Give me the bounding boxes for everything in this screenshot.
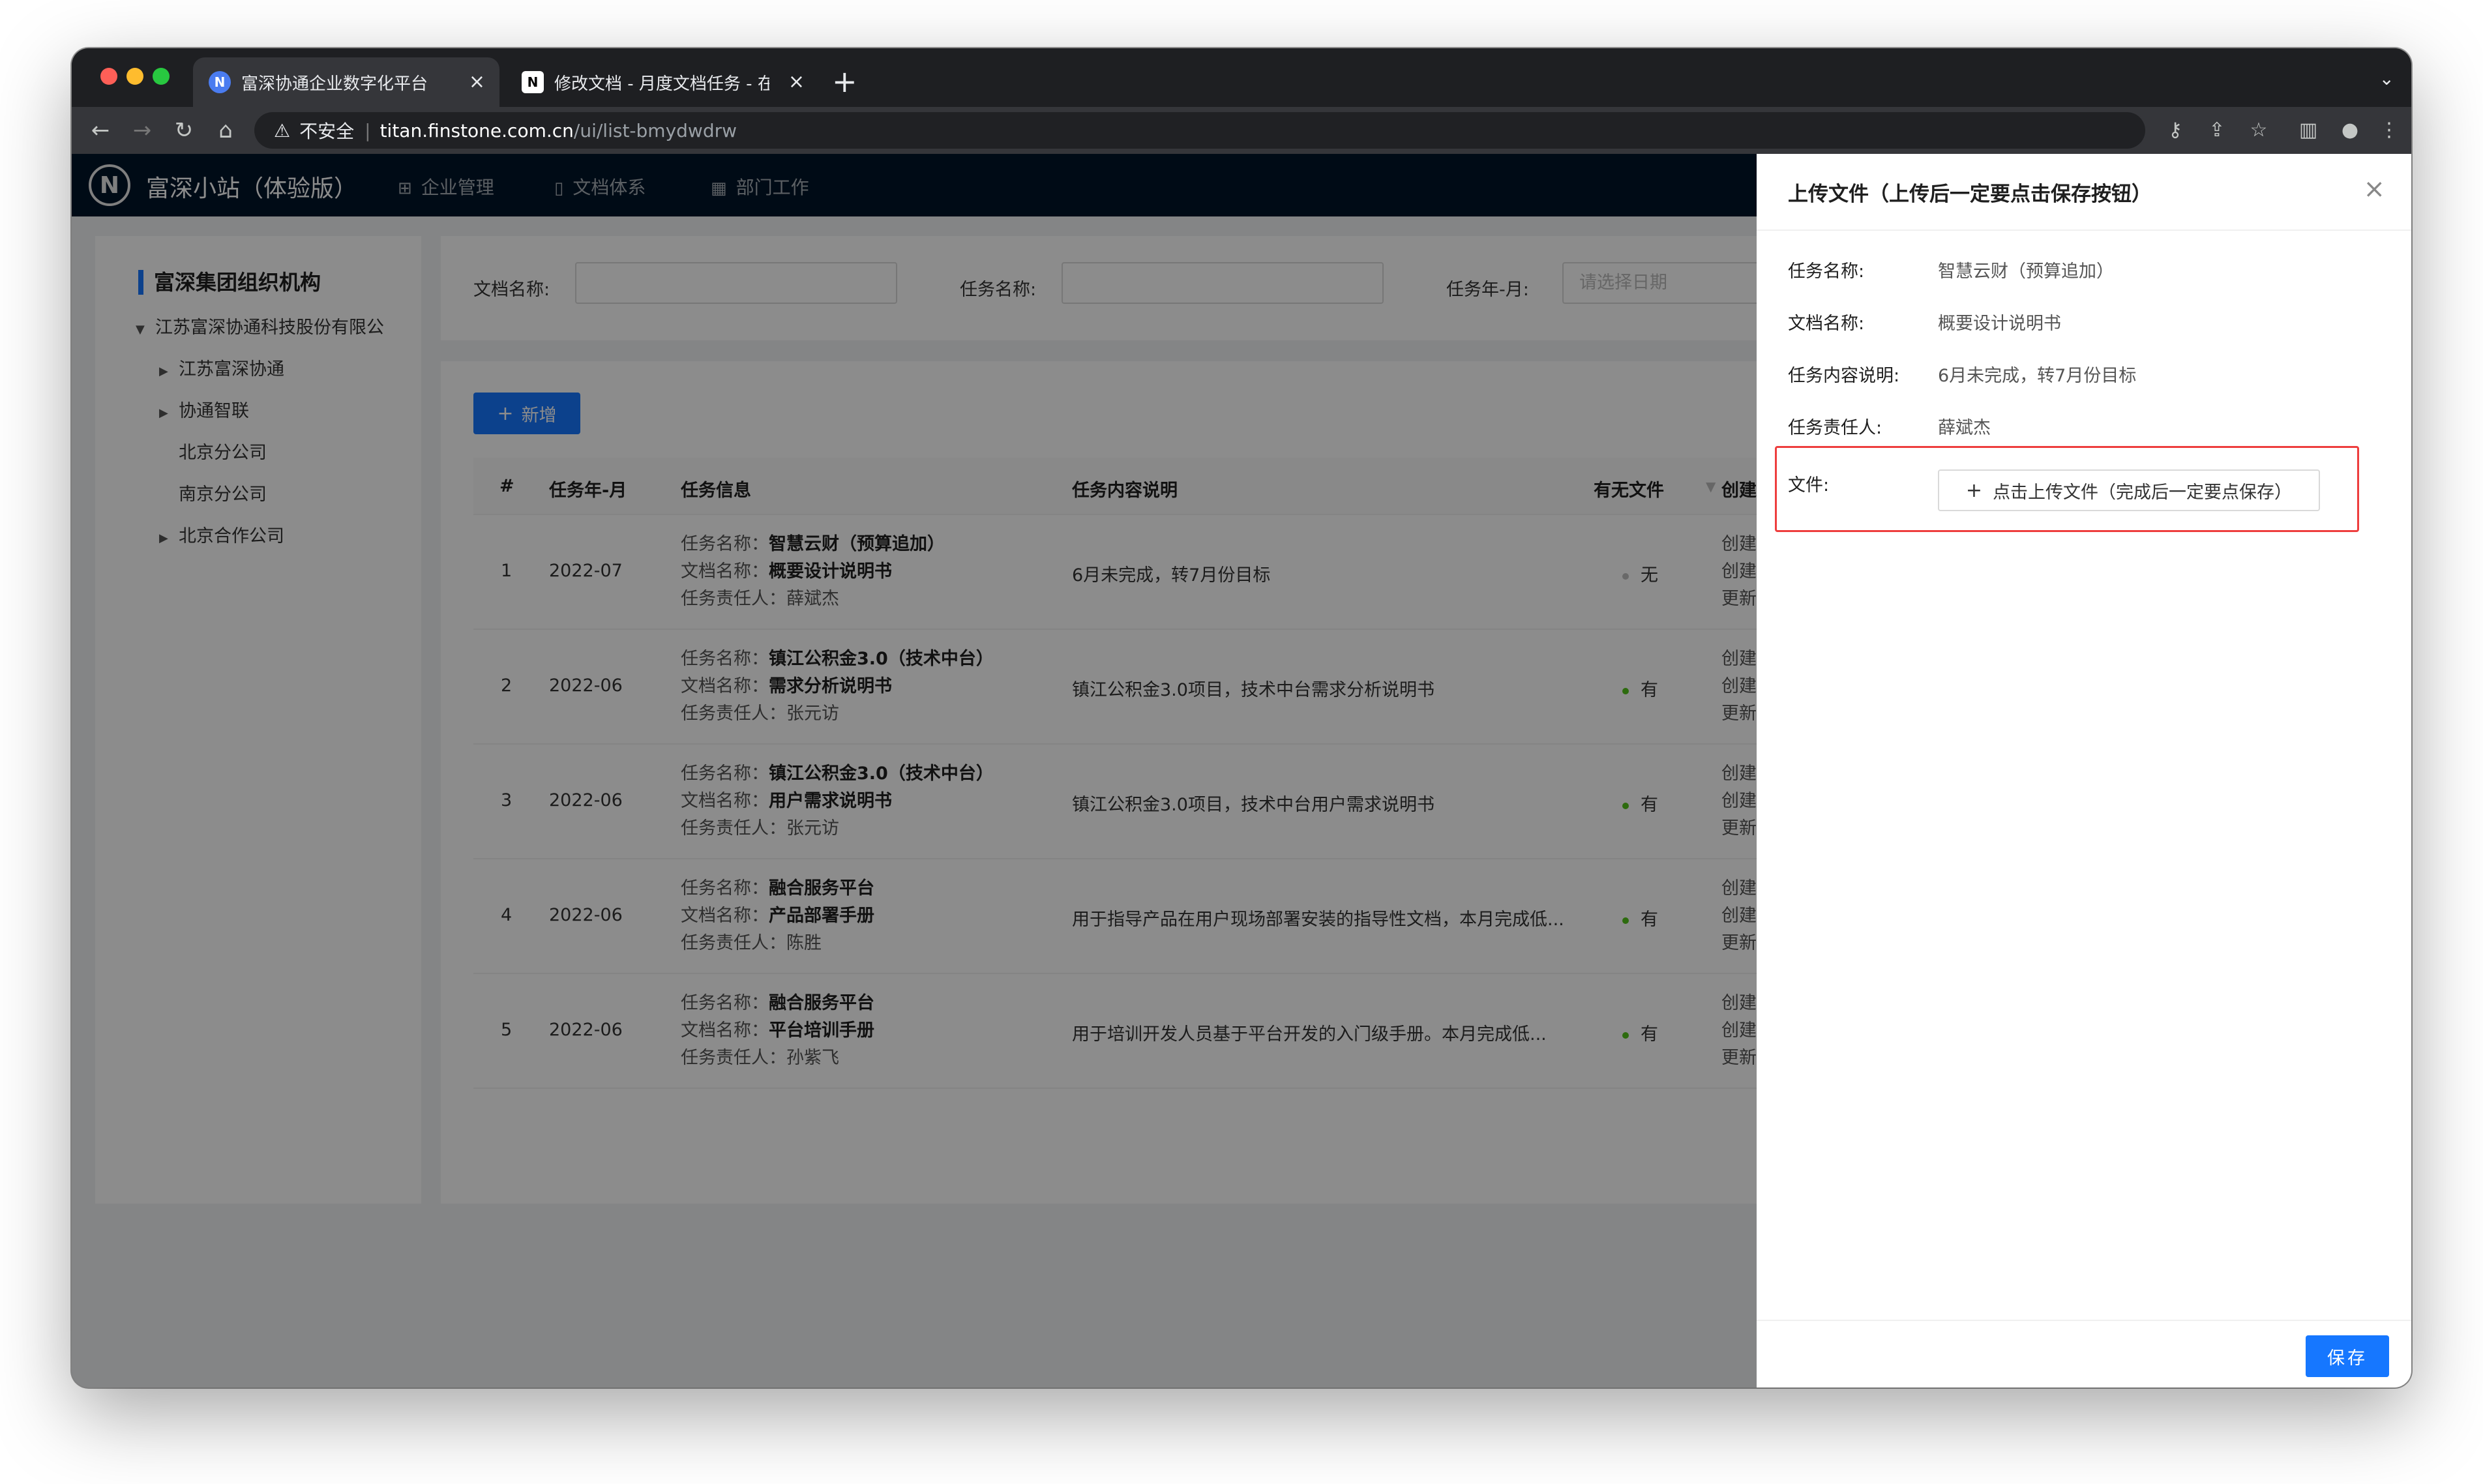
share-icon[interactable]: ⇪ <box>2204 119 2230 142</box>
tab-inactive[interactable]: N 修改文档 - 月度文档任务 - 在线文 × <box>506 57 819 107</box>
upload-button-label: 点击上传文件（完成后一定要点保存） <box>1993 482 2293 503</box>
field-value: 智慧云财（预算追加） <box>1938 261 2114 282</box>
url-separator: | <box>364 119 371 141</box>
bookmark-star-icon[interactable]: ☆ <box>2246 119 2272 142</box>
home-icon[interactable]: ⌂ <box>211 116 240 145</box>
field-label: 任务责任人: <box>1788 418 1882 438</box>
tab-close-icon[interactable]: × <box>788 70 805 94</box>
field-label: 任务内容说明: <box>1788 366 1900 386</box>
key-icon[interactable]: ⚷ <box>2162 119 2188 142</box>
field-value: 薛斌杰 <box>1938 418 1991 438</box>
plus-icon: + <box>1965 479 1983 502</box>
window-minimize-button[interactable] <box>126 68 143 85</box>
drawer-title: 上传文件（上传后一定要点击保存按钮） <box>1788 183 2152 206</box>
tab-close-icon[interactable]: × <box>469 70 485 94</box>
forward-arrow-icon[interactable]: → <box>128 116 156 145</box>
field-label: 任务名称: <box>1788 261 1865 282</box>
field-value: 6月未完成，转7月份目标 <box>1938 366 2137 386</box>
new-tab-icon[interactable]: + <box>832 67 857 96</box>
warning-icon: ⚠ <box>274 119 291 141</box>
upload-file-button[interactable]: + 点击上传文件（完成后一定要点保存） <box>1938 469 2320 511</box>
file-label: 文件: <box>1788 475 1830 496</box>
side-panel-icon[interactable]: ▥ <box>2295 119 2321 142</box>
tab-title: 修改文档 - 月度文档任务 - 在线文 <box>554 74 769 94</box>
profile-icon[interactable]: ● <box>2337 119 2363 142</box>
save-button[interactable]: 保存 <box>2306 1335 2389 1377</box>
address-bar[interactable]: ⚠ 不安全 | titan.finstone.com.cn /ui/list-b… <box>254 112 2145 149</box>
tab-bar: N 富深协通企业数字化平台 × N 修改文档 - 月度文档任务 - 在线文 × … <box>72 48 2411 107</box>
web-page: N 富深小站（体验版） ⊞ 企业管理 ▯ 文档体系 ▦ 部门工作 富深集团组织机构 ▼… <box>72 154 2411 1388</box>
tab-favicon-icon: N <box>209 71 231 93</box>
tab-list-chevron-icon[interactable]: ⌄ <box>2379 68 2394 89</box>
drawer-divider <box>1757 230 2411 231</box>
upload-drawer: 上传文件（上传后一定要点击保存按钮） × 任务名称: 智慧云财（预算追加） 文档… <box>1757 154 2411 1388</box>
browser-window: N 富深协通企业数字化平台 × N 修改文档 - 月度文档任务 - 在线文 × … <box>72 48 2411 1388</box>
reload-icon[interactable]: ↻ <box>170 116 198 145</box>
close-icon[interactable]: × <box>2363 173 2385 205</box>
field-label: 文档名称: <box>1788 314 1865 334</box>
more-menu-icon[interactable]: ⋮ <box>2376 119 2402 142</box>
field-value: 概要设计说明书 <box>1938 314 2061 334</box>
tab-favicon-icon: N <box>522 71 544 93</box>
window-maximize-button[interactable] <box>153 68 170 85</box>
url-host: titan.finstone.com.cn <box>379 119 574 141</box>
window-close-button[interactable] <box>100 68 117 85</box>
drawer-footer-divider <box>1757 1320 2411 1321</box>
back-arrow-icon[interactable]: ← <box>86 116 115 145</box>
tab-active[interactable]: N 富深协通企业数字化平台 × <box>193 57 499 107</box>
tab-title: 富深协通企业数字化平台 <box>241 74 428 94</box>
url-path: /ui/list-bmydwdrw <box>573 119 737 141</box>
browser-toolbar: ← → ↻ ⌂ ⚠ 不安全 | titan.finstone.com.cn /u… <box>72 107 2411 154</box>
security-label: 不安全 <box>299 121 355 142</box>
